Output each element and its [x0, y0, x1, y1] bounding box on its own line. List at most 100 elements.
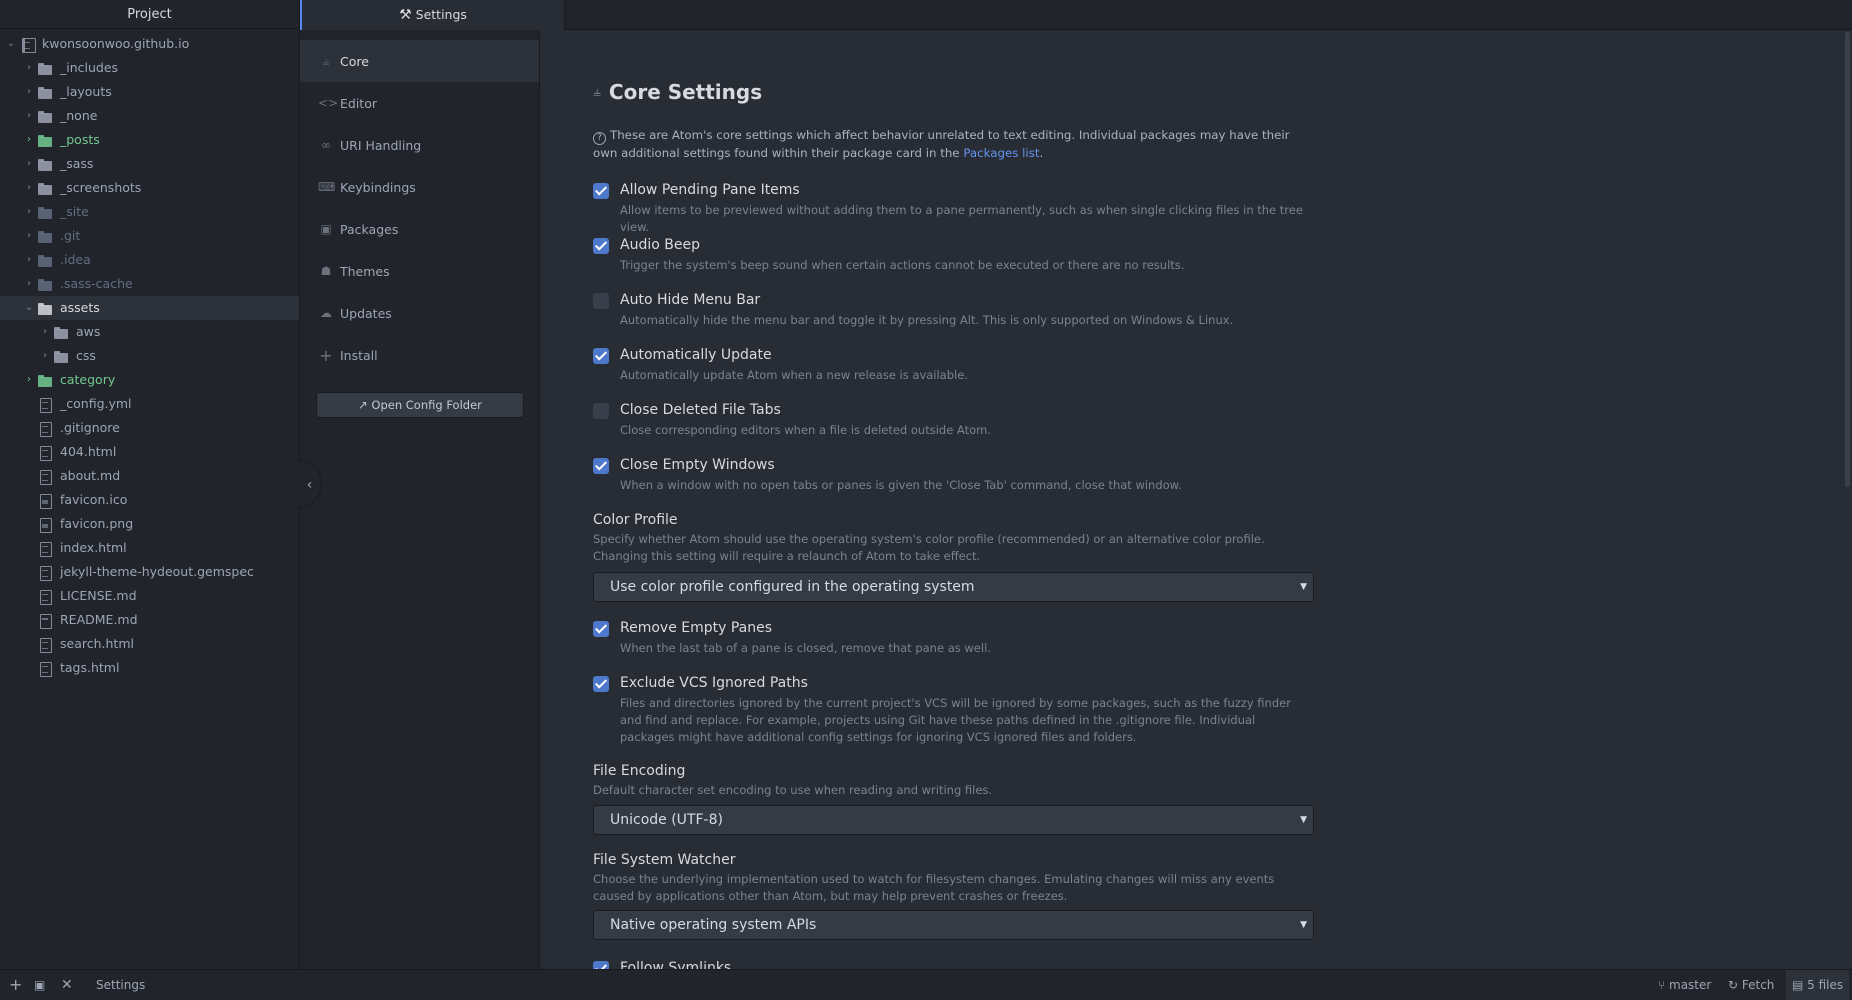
tree-file[interactable]: _config.yml: [0, 392, 299, 416]
folder-icon: [38, 230, 54, 243]
tree-item-label: assets: [60, 300, 100, 315]
tree-file[interactable]: search.html: [0, 632, 299, 656]
checkbox[interactable]: [593, 183, 609, 199]
nav-item-themes[interactable]: ☗ Themes: [300, 250, 539, 292]
checkbox[interactable]: [593, 238, 609, 254]
diff-icon: ▤: [1792, 978, 1808, 992]
chevron-right-icon: ›: [27, 230, 31, 241]
tree-file[interactable]: tags.html: [0, 656, 299, 680]
nav-item-core[interactable]: ⫨ Core: [300, 40, 539, 82]
setting-description: Default character set encoding to use wh…: [593, 783, 993, 797]
open-config-folder-button[interactable]: ↗ Open Config Folder: [316, 392, 524, 418]
nav-item-uri-handling[interactable]: ∞ URI Handling: [300, 124, 539, 166]
folder-icon: [38, 158, 54, 171]
packages-list-link[interactable]: Packages list: [963, 146, 1039, 160]
tree-view-header[interactable]: Project: [0, 0, 299, 29]
tree-root[interactable]: ⌄ kwonsoonwoo.github.io: [0, 32, 299, 56]
file-system-watcher-select[interactable]: Native operating system APIs ▼: [593, 910, 1314, 940]
tree-folder[interactable]: › _site: [0, 200, 299, 224]
question-icon: ?: [593, 132, 606, 145]
tree-folder[interactable]: › .git: [0, 224, 299, 248]
tree-folder[interactable]: › aws: [0, 320, 299, 344]
setting-description-line: Changing this setting will require a rel…: [593, 549, 981, 563]
scrollbar[interactable]: [1845, 32, 1850, 487]
tree-folder[interactable]: › _posts: [0, 128, 299, 152]
nav-item-updates[interactable]: ☁ Updates: [300, 292, 539, 334]
nav-item-label: Themes: [340, 263, 390, 279]
tools-icon: ⚒: [399, 7, 412, 23]
tree-item-label: aws: [76, 324, 101, 339]
nav-item-keybindings[interactable]: ⌨ Keybindings: [300, 166, 539, 208]
checkbox[interactable]: [593, 676, 609, 692]
nav-item-install[interactable]: + Install: [300, 334, 539, 376]
package-icon: ▣: [320, 222, 332, 236]
checkbox[interactable]: [593, 348, 609, 364]
changed-files-label: 5 files: [1807, 978, 1844, 992]
tree-file[interactable]: favicon.png: [0, 512, 299, 536]
tab-settings[interactable]: ⚒ Settings: [300, 0, 565, 30]
color-profile-select[interactable]: Use color profile configured in the oper…: [593, 572, 1314, 602]
tree-folder-selected[interactable]: ⌄ assets: [0, 296, 300, 320]
status-bar: + ▣ ✕ Settings ⑂ master ↻ Fetch ▤ 5 file…: [0, 969, 1852, 1000]
tree-list: ⌄ kwonsoonwoo.github.io › _includes › _lay…: [0, 29, 300, 680]
tree-folder[interactable]: › css: [0, 344, 299, 368]
git-changed-files[interactable]: ▤ 5 files: [1786, 970, 1850, 1000]
tree-file[interactable]: favicon.ico: [0, 488, 299, 512]
nav-item-label: Core: [340, 53, 369, 69]
tree-file[interactable]: .gitignore: [0, 416, 299, 440]
tree-file[interactable]: LICENSE.md: [0, 584, 299, 608]
tree-view: Project ⌄ kwonsoonwoo.github.io › _includ…: [0, 0, 300, 969]
file-encoding-select[interactable]: Unicode (UTF-8) ▼: [593, 805, 1314, 835]
caret-down-icon: ▼: [1300, 920, 1307, 930]
git-branch[interactable]: ⑂ master: [1658, 970, 1711, 1000]
chevron-right-icon: ›: [27, 278, 31, 289]
tree-file[interactable]: about.md: [0, 464, 299, 488]
setting-description: Trigger the system's beep sound when cer…: [620, 258, 1185, 272]
checkbox[interactable]: [593, 293, 609, 309]
tree-folder[interactable]: › .idea: [0, 248, 299, 272]
setting-description: Choose the underlying implementation use…: [593, 872, 1275, 903]
setting-title: Audio Beep: [620, 237, 700, 253]
tree-folder[interactable]: › category: [0, 368, 299, 392]
tree-file[interactable]: index.html: [0, 536, 299, 560]
sync-icon: ↻: [1728, 978, 1742, 992]
checkbox[interactable]: [593, 403, 609, 419]
chevron-down-icon: ⌄: [6, 38, 16, 49]
setting-title: Allow Pending Pane Items: [620, 182, 800, 198]
tree-folder[interactable]: › .sass-cache: [0, 272, 299, 296]
file-text-icon: [38, 661, 54, 677]
checkbox[interactable]: [593, 458, 609, 474]
chevron-right-icon: ›: [43, 326, 47, 337]
git-fetch-label: Fetch: [1741, 978, 1775, 992]
tree-folder[interactable]: › _includes: [0, 56, 299, 80]
book-icon: [38, 613, 54, 629]
setting-title: Exclude VCS Ignored Paths: [620, 675, 808, 691]
close-icon[interactable]: ✕: [61, 970, 73, 1000]
tree-file[interactable]: README.md: [0, 608, 299, 632]
tree-folder[interactable]: › _screenshots: [0, 176, 299, 200]
keyboard-icon: ⌨: [318, 180, 336, 194]
checkbox[interactable]: [593, 621, 609, 637]
settings-panel: ⫨ Core Settings ? These are Atom's core se…: [541, 30, 1852, 969]
folder-icon: [38, 86, 54, 99]
tree-item-label: .gitignore: [60, 420, 120, 435]
nav-item-editor[interactable]: <> Editor: [300, 82, 539, 124]
checkbox[interactable]: [593, 961, 609, 969]
tree-file[interactable]: jekyll-theme-hydeout.gemspec: [0, 560, 299, 584]
nav-item-packages[interactable]: ▣ Packages: [300, 208, 539, 250]
terminal-icon[interactable]: ▣: [34, 970, 45, 1000]
chevron-right-icon: ›: [27, 374, 31, 385]
tree-folder[interactable]: › _none: [0, 104, 299, 128]
tab-label: Settings: [415, 7, 467, 22]
tree-folder[interactable]: › _layouts: [0, 80, 299, 104]
setting-description-line: Specify whether Atom should use the oper…: [593, 532, 1265, 546]
file-media-icon: [38, 493, 54, 509]
tree-folder[interactable]: › _sass: [0, 152, 299, 176]
chevron-right-icon: ›: [43, 350, 47, 361]
link-icon: ∞: [321, 138, 331, 152]
tree-file[interactable]: 404.html: [0, 440, 299, 464]
file-text-icon: [38, 589, 54, 605]
status-file-label[interactable]: Settings: [96, 970, 145, 1000]
add-project-icon[interactable]: +: [9, 970, 22, 1000]
git-fetch[interactable]: ↻ Fetch: [1728, 970, 1774, 1000]
